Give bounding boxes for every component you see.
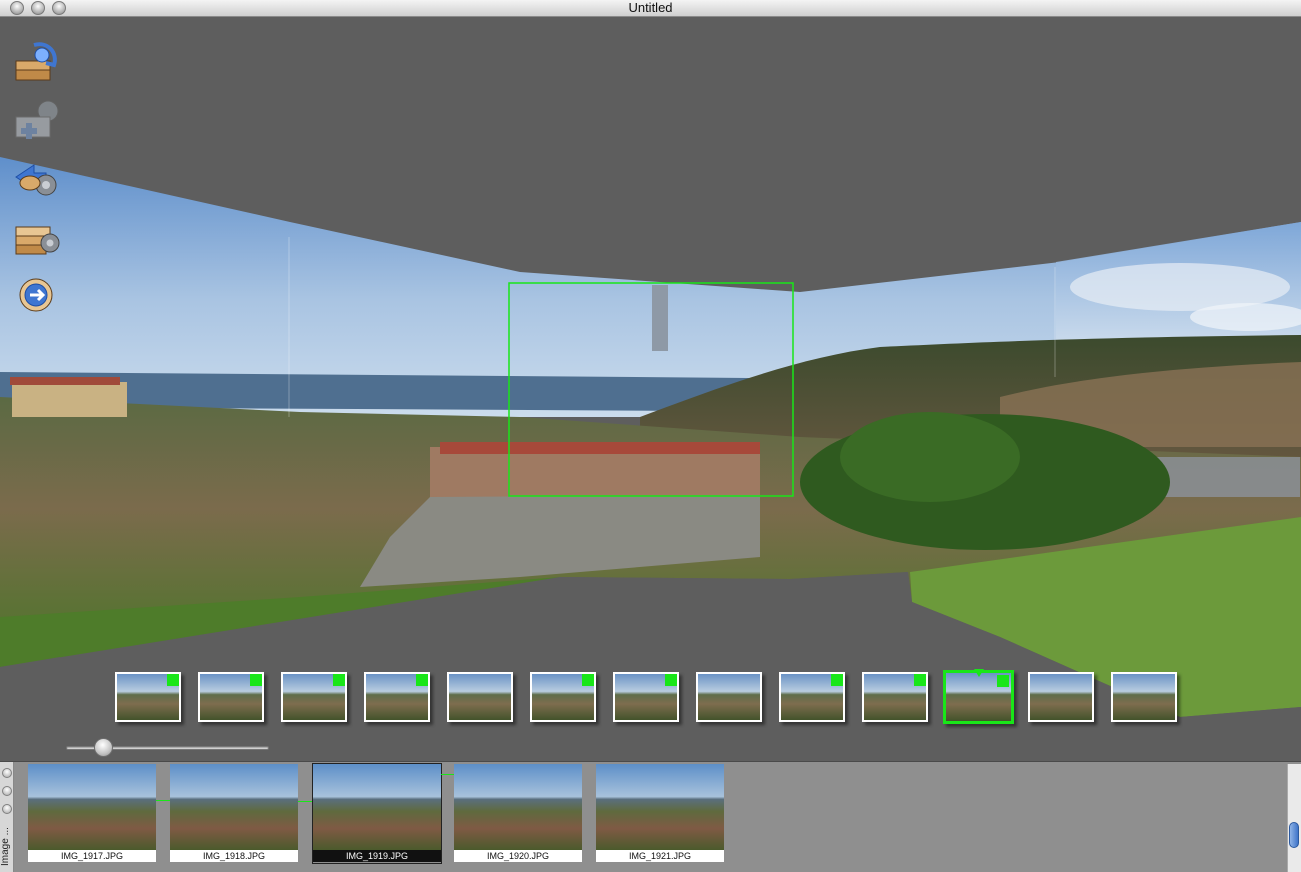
thumbnail-9[interactable] (779, 672, 845, 722)
drawer-zoom-icon[interactable] (2, 804, 12, 814)
anchor-flag-icon (997, 675, 1009, 687)
anchor-flag-icon (333, 674, 345, 686)
source-image-2[interactable]: IMG_1918.JPG (170, 764, 298, 863)
anchor-flag-icon (914, 674, 926, 686)
source-image-name: IMG_1921.JPG (596, 850, 724, 862)
link-line (156, 800, 170, 801)
thumbnail-4[interactable] (364, 672, 430, 722)
image-drawer: Image ... IMG_1917.JPG IMG_1918.JPG IMG_… (0, 761, 1301, 872)
source-image-5[interactable]: IMG_1921.JPG (596, 764, 724, 863)
add-images-icon[interactable] (12, 97, 62, 143)
drawer-minimize-icon[interactable] (2, 786, 12, 796)
thumbnail-10[interactable] (862, 672, 928, 722)
anchor-flag-icon (665, 674, 677, 686)
panorama-canvas[interactable] (0, 17, 1301, 761)
thumbnail-11-selected[interactable] (943, 669, 1014, 724)
thumbnail-12[interactable] (1028, 672, 1094, 722)
source-image-preview (170, 764, 298, 850)
source-image-1[interactable]: IMG_1917.JPG (28, 764, 156, 863)
source-image-name: IMG_1917.JPG (28, 850, 156, 862)
panorama-preview[interactable] (0, 17, 1301, 761)
link-line (298, 801, 313, 802)
thumbnail-2[interactable] (198, 672, 264, 722)
link-line (441, 774, 454, 775)
export-icon[interactable] (12, 271, 62, 317)
thumbnail-image (1113, 674, 1175, 720)
thumbnail-image (1030, 674, 1092, 720)
source-image-4[interactable]: IMG_1920.JPG (454, 764, 582, 863)
drawer-label: Image ... (0, 827, 11, 867)
stitch-render-icon[interactable] (12, 213, 62, 259)
source-image-preview (313, 764, 441, 850)
source-image-preview (28, 764, 156, 850)
zoom-slider-knob[interactable] (93, 738, 113, 757)
drawer-close-icon[interactable] (2, 768, 12, 778)
thumbnail-image (449, 674, 511, 720)
project-settings-icon[interactable] (12, 155, 62, 201)
drawer-handle[interactable]: Image ... (0, 762, 14, 872)
drawer-scrollbar-thumb[interactable] (1289, 822, 1299, 848)
anchor-flag-icon (167, 674, 179, 686)
thumbnail-7[interactable] (613, 672, 679, 722)
thumbnail-6[interactable] (530, 672, 596, 722)
panorama-open-icon[interactable] (12, 39, 62, 85)
anchor-flag-icon (831, 674, 843, 686)
source-image-preview (454, 764, 582, 850)
anchor-flag-icon (250, 674, 262, 686)
thumbnail-13[interactable] (1111, 672, 1177, 722)
drawer-scrollbar[interactable] (1287, 764, 1301, 872)
thumbnail-8[interactable] (696, 672, 762, 722)
thumbnail-image (698, 674, 760, 720)
window-title-bar: Untitled (0, 0, 1301, 17)
thumbnail-3[interactable] (281, 672, 347, 722)
thumbnail-1[interactable] (115, 672, 181, 722)
source-image-name: IMG_1918.JPG (170, 850, 298, 862)
thumbnail-5[interactable] (447, 672, 513, 722)
source-image-name: IMG_1920.JPG (454, 850, 582, 862)
anchor-flag-icon (416, 674, 428, 686)
window-title: Untitled (628, 0, 673, 15)
current-position-marker-icon (974, 669, 984, 677)
source-image-preview (596, 764, 724, 850)
source-image-3-active[interactable]: IMG_1919.JPG (312, 763, 442, 864)
anchor-flag-icon (582, 674, 594, 686)
source-image-name: IMG_1919.JPG (313, 850, 441, 862)
